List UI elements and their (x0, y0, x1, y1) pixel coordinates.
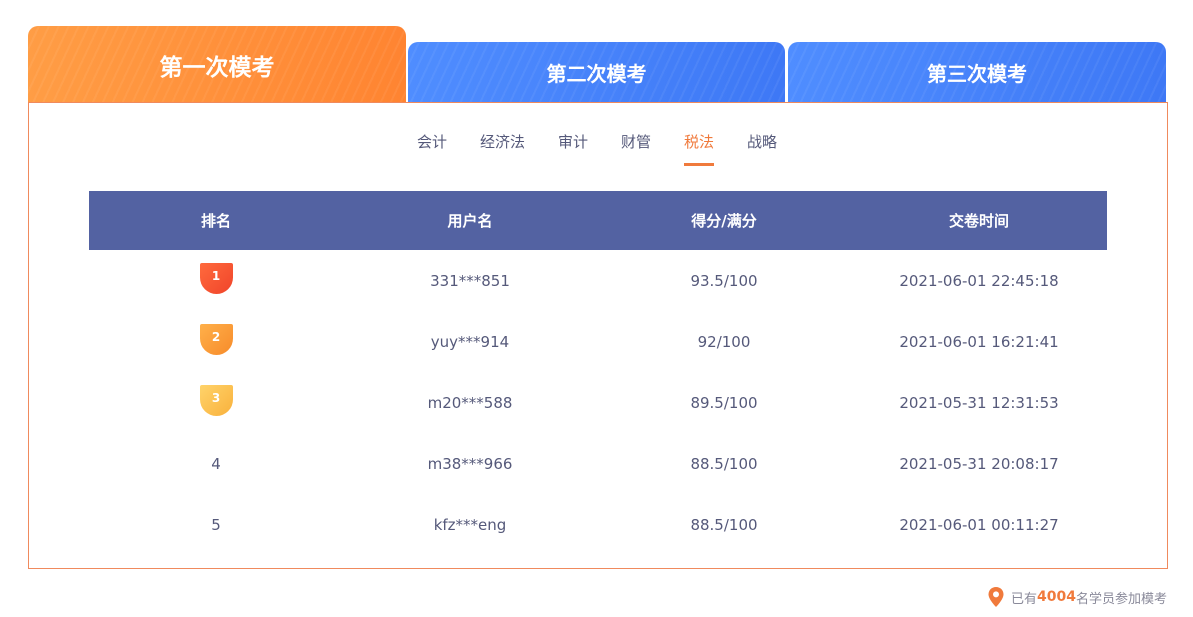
tab-second-mock-label: 第二次模考 (547, 58, 647, 87)
header-username: 用户名 (343, 210, 597, 231)
rank-medal-gold-icon: 1 (200, 263, 233, 294)
rank-medal-silver-icon: 2 (200, 324, 233, 355)
table-row: 1 331***851 93.5/100 2021-06-01 22:45:18 (89, 250, 1107, 311)
header-submit-time: 交卷时间 (851, 210, 1107, 231)
row-score: 88.5/100 (597, 455, 851, 473)
table-row: 2 yuy***914 92/100 2021-06-01 16:21:41 (89, 311, 1107, 372)
tab-third-mock-label: 第三次模考 (927, 58, 1027, 87)
ranking-table: 排名 用户名 得分/满分 交卷时间 1 331***851 93.5/100 2… (89, 191, 1107, 555)
row-time: 2021-06-01 00:11:27 (851, 516, 1107, 534)
rank-medal-bronze-icon: 3 (200, 385, 233, 416)
row-username: kfz***eng (343, 516, 597, 534)
subject-tab-accounting[interactable]: 会计 (400, 130, 463, 166)
row-time: 2021-06-01 22:45:18 (851, 272, 1107, 290)
row-time: 2021-05-31 12:31:53 (851, 394, 1107, 412)
table-row: 3 m20***588 89.5/100 2021-05-31 12:31:53 (89, 372, 1107, 433)
row-score: 88.5/100 (597, 516, 851, 534)
tab-third-mock[interactable]: 第三次模考 (788, 42, 1166, 103)
row-score: 93.5/100 (597, 272, 851, 290)
row-score: 89.5/100 (597, 394, 851, 412)
row-username: yuy***914 (343, 333, 597, 351)
table-row: 4 m38***966 88.5/100 2021-05-31 20:08:17 (89, 433, 1107, 494)
row-username: 331***851 (343, 272, 597, 290)
row-time: 2021-06-01 16:21:41 (851, 333, 1107, 351)
row-score: 92/100 (597, 333, 851, 351)
row-rank: 4 (89, 455, 343, 473)
subject-tab-strategy[interactable]: 战略 (730, 130, 793, 166)
header-rank: 排名 (89, 210, 343, 231)
subject-tabs: 会计 经济法 审计 财管 税法 战略 (0, 130, 1193, 166)
row-time: 2021-05-31 20:08:17 (851, 455, 1107, 473)
row-rank: 5 (89, 516, 343, 534)
subject-tab-economic-law[interactable]: 经济法 (463, 130, 541, 166)
tab-first-mock-label: 第一次模考 (160, 48, 275, 82)
subject-tab-audit[interactable]: 审计 (541, 130, 604, 166)
participant-count: 4004 (1037, 589, 1076, 605)
tab-second-mock[interactable]: 第二次模考 (408, 42, 785, 103)
location-pin-icon (987, 586, 1005, 608)
subject-tab-financial-management[interactable]: 财管 (604, 130, 667, 166)
table-row: 5 kfz***eng 88.5/100 2021-06-01 00:11:27 (89, 494, 1107, 555)
row-username: m38***966 (343, 455, 597, 473)
footer-prefix: 已有 (1011, 588, 1037, 607)
subject-tab-tax-law[interactable]: 税法 (667, 130, 730, 166)
tab-first-mock[interactable]: 第一次模考 (28, 26, 406, 103)
row-username: m20***588 (343, 394, 597, 412)
header-score: 得分/满分 (597, 210, 851, 231)
participant-count-note: 已有4004名学员参加模考 (987, 586, 1167, 608)
footer-suffix: 名学员参加模考 (1076, 588, 1167, 607)
table-header: 排名 用户名 得分/满分 交卷时间 (89, 191, 1107, 250)
